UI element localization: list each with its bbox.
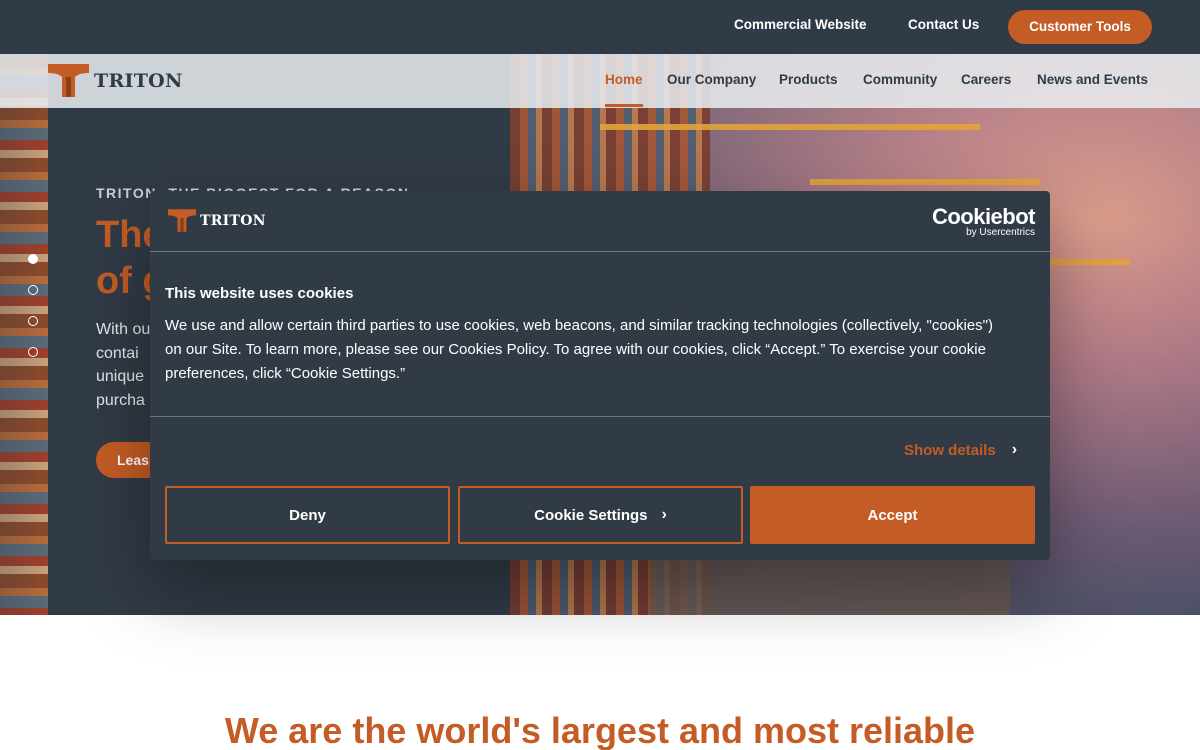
- dialog-divider: [150, 416, 1050, 417]
- show-details-label: Show details: [904, 441, 996, 459]
- slider-dot[interactable]: [28, 254, 38, 264]
- cookie-settings-label: Cookie Settings: [534, 506, 648, 524]
- deny-button[interactable]: Deny: [165, 486, 450, 544]
- utility-bar: Commercial Website Contact Us Customer T…: [0, 0, 1200, 54]
- slider-dots: [28, 254, 40, 378]
- chevron-right-icon: ›: [661, 506, 667, 523]
- slider-dot[interactable]: [28, 347, 38, 357]
- contact-us-link[interactable]: Contact Us: [908, 17, 979, 32]
- triton-t-logo-icon: [168, 209, 196, 232]
- main-nav: TRITON Home Our Company Products Communi…: [0, 54, 1200, 108]
- dialog-divider: [150, 251, 1050, 252]
- show-details-link[interactable]: Show details ›: [904, 441, 1017, 459]
- nav-news-and-events[interactable]: News and Events: [1037, 72, 1148, 87]
- nav-community[interactable]: Community: [863, 72, 937, 87]
- cookie-description: We use and allow certain third parties t…: [165, 317, 993, 382]
- cookie-settings-button[interactable]: Cookie Settings ›: [458, 486, 743, 544]
- container-ship: [650, 559, 1010, 615]
- nav-our-company[interactable]: Our Company: [667, 72, 756, 87]
- cookie-dialog-logo: TRITON: [168, 209, 266, 232]
- nav-home[interactable]: Home: [605, 72, 643, 107]
- triton-t-logo-icon: [48, 64, 89, 97]
- accept-button[interactable]: Accept: [750, 486, 1035, 544]
- cookie-title: This website uses cookies: [165, 285, 354, 302]
- commercial-website-link[interactable]: Commercial Website: [734, 17, 867, 32]
- accept-label: Accept: [867, 506, 918, 524]
- crane-boom: [810, 179, 1040, 185]
- crane-boom: [600, 124, 980, 130]
- section-tagline: We are the world's largest and most reli…: [224, 710, 976, 750]
- deny-label: Deny: [289, 506, 326, 524]
- nav-products[interactable]: Products: [779, 72, 838, 87]
- slider-dot[interactable]: [28, 316, 38, 326]
- slider-dot[interactable]: [28, 285, 38, 295]
- customer-tools-button[interactable]: Customer Tools: [1008, 10, 1152, 44]
- nav-careers[interactable]: Careers: [961, 72, 1011, 87]
- cookie-consent-dialog: TRITON Cookiebot by Usercentrics This we…: [150, 191, 1050, 560]
- site-logo[interactable]: TRITON: [48, 64, 183, 97]
- cookie-logo-wordmark: TRITON: [200, 212, 266, 229]
- hero-port-image-strip: [0, 54, 48, 615]
- logo-wordmark: TRITON: [94, 69, 183, 92]
- cookiebot-logo[interactable]: Cookiebot by Usercentrics: [932, 204, 1036, 238]
- chevron-right-icon: ›: [1011, 441, 1018, 458]
